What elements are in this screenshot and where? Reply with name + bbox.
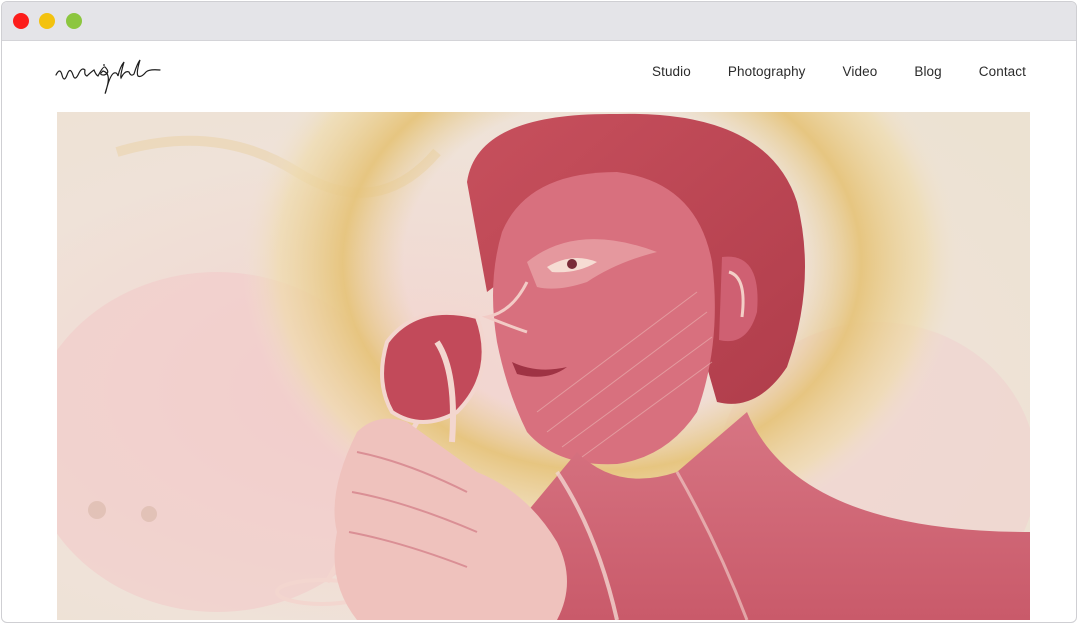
nav-link-studio[interactable]: Studio [652,64,691,79]
main-nav: Studio Photography Video Blog Contact [615,64,1026,79]
site-header: Studio Photography Video Blog Contact [2,41,1076,111]
portrait-painting [57,112,1030,620]
window-titlebar [2,2,1076,41]
wright-script-logo [55,59,161,94]
nav-link-photography[interactable]: Photography [728,64,806,79]
zoom-button[interactable] [66,13,82,29]
nav-link-video[interactable]: Video [843,64,878,79]
site-logo[interactable] [54,53,188,97]
nav-link-blog[interactable]: Blog [914,64,941,79]
hero-artwork [57,112,1030,620]
minimize-button[interactable] [39,13,55,29]
close-button[interactable] [13,13,29,29]
browser-window: Studio Photography Video Blog Contact [1,1,1077,623]
nav-link-contact[interactable]: Contact [979,64,1026,79]
face-shape [493,172,715,465]
